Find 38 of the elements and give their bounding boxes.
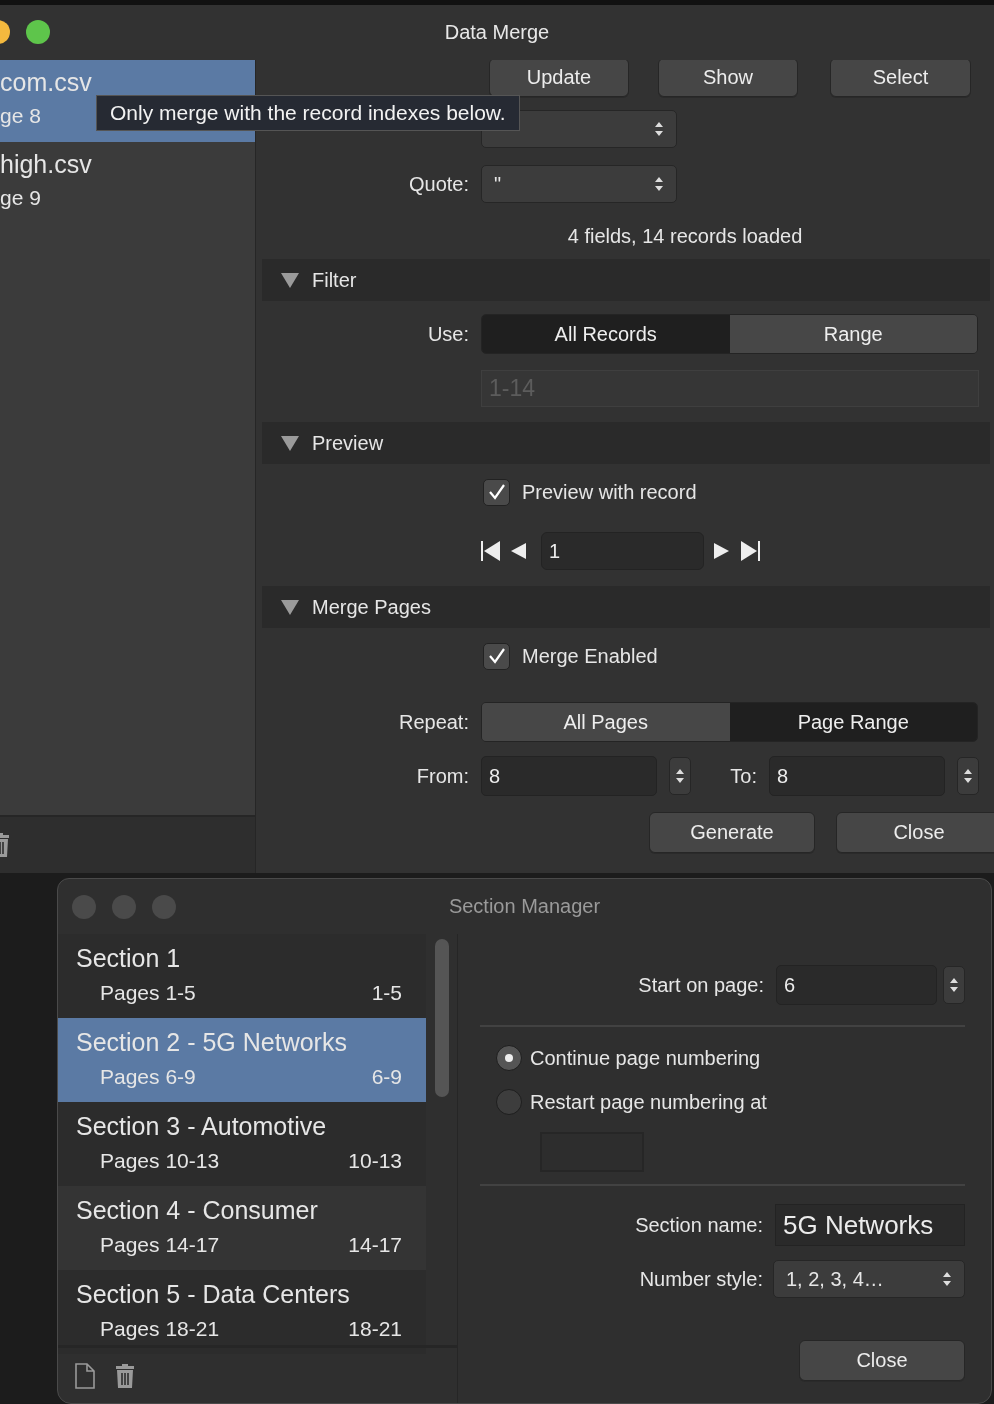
page-label: ge 8: [0, 104, 41, 128]
radio-label: Continue page numbering: [530, 1046, 761, 1070]
page-range: 6-9: [371, 1064, 402, 1090]
page-range-label: Pages 18-21: [99, 1316, 221, 1342]
field-label: To:: [730, 764, 757, 788]
field-label: Section name:: [635, 1213, 763, 1237]
page-range-label: Pages 14-17: [99, 1232, 221, 1258]
field-label: Repeat:: [398, 710, 469, 734]
window-title: Section Manager: [448, 895, 601, 918]
section-title: Filter: [312, 268, 357, 292]
window-title: Data Merge: [444, 21, 550, 44]
field-label: Start on page:: [638, 973, 764, 997]
checkbox-label: Preview with record: [522, 480, 697, 504]
radio-label: Restart page numbering at: [530, 1090, 767, 1114]
page-range: 1-5: [371, 980, 402, 1006]
page-range: 18-21: [348, 1316, 402, 1342]
field-label: Use:: [427, 322, 469, 346]
page-range-label: Pages 10-13: [99, 1148, 221, 1174]
section-name: Section 5 - Data Centers: [76, 1279, 351, 1310]
field-label: From:: [416, 764, 469, 788]
page-range: 14-17: [348, 1232, 402, 1258]
field-label: Number style:: [639, 1267, 763, 1291]
status-text: 4 fields, 14 records loaded: [566, 225, 804, 249]
page-label: ge 9: [0, 186, 41, 210]
section-title: Preview: [312, 431, 384, 455]
section-name: Section 1: [76, 943, 182, 974]
page-range: 10-13: [348, 1148, 402, 1174]
field-label: Quote:: [408, 172, 469, 196]
section-title: Merge Pages: [312, 595, 431, 619]
section-name: Section 3 - Automotive: [76, 1111, 328, 1142]
file-name: com.csv: [0, 68, 92, 96]
tooltip: Only merge with the record indexes below.: [96, 95, 520, 131]
page-range-label: Pages 1-5: [99, 980, 197, 1006]
section-name: Section 4 - Consumer: [76, 1195, 319, 1226]
file-name: high.csv: [0, 150, 92, 178]
checkbox-label: Merge Enabled: [522, 644, 658, 668]
page-range-label: Pages 6-9: [99, 1064, 197, 1090]
section-name: Section 2 - 5G Networks: [76, 1027, 348, 1058]
